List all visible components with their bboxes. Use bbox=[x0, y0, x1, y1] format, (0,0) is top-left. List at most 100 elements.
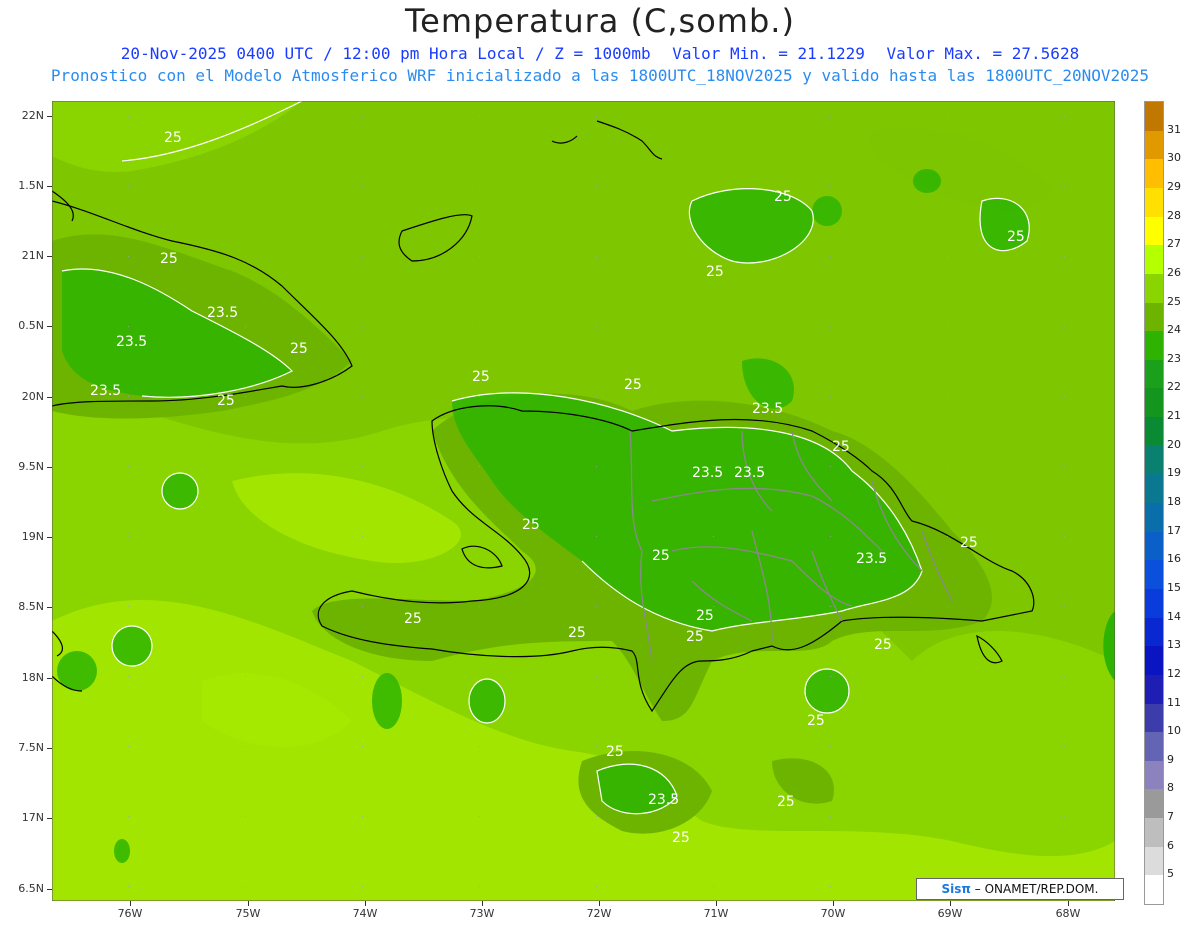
lon-label: 69W bbox=[937, 907, 963, 920]
color-swatch bbox=[1145, 388, 1163, 418]
contour-label: 25 bbox=[960, 535, 978, 551]
color-swatch bbox=[1145, 674, 1163, 704]
color-legend-label: 29 bbox=[1167, 179, 1181, 193]
color-legend-label: 27 bbox=[1167, 237, 1181, 251]
color-legend-label: 17 bbox=[1167, 523, 1181, 537]
contour-label: 25 bbox=[696, 608, 714, 624]
datetime-text: 20-Nov-2025 0400 UTC / 12:00 pm Hora Loc… bbox=[120, 44, 651, 63]
color-legend-label: 31 bbox=[1167, 122, 1181, 136]
contour-label: 23.5 bbox=[856, 551, 887, 567]
lat-label: 21N bbox=[21, 249, 44, 262]
contour-label: 23.5 bbox=[648, 792, 679, 808]
color-legend-label: 21 bbox=[1167, 409, 1181, 423]
lat-label: 0.5N bbox=[18, 319, 44, 332]
color-legend-label: 10 bbox=[1167, 724, 1181, 738]
lon-label: 72W bbox=[586, 907, 612, 920]
max-value: Valor Max. = 27.5628 bbox=[886, 44, 1080, 63]
lat-label: 1.5N bbox=[18, 179, 44, 192]
color-legend-label: 5 bbox=[1167, 867, 1174, 881]
color-swatch bbox=[1145, 130, 1163, 160]
subtitle-model: Pronostico con el Modelo Atmosferico WRF… bbox=[50, 66, 1150, 85]
color-legend-label: 6 bbox=[1167, 838, 1174, 852]
credit-text: – ONAMET/REP.DOM. bbox=[974, 882, 1099, 896]
color-legend-label: 22 bbox=[1167, 380, 1181, 394]
contour-label: 23.5 bbox=[692, 465, 723, 481]
lon-label: 75W bbox=[235, 907, 261, 920]
color-legend-label: 28 bbox=[1167, 208, 1181, 222]
contour-label: 25 bbox=[672, 830, 690, 846]
color-legend-label: 30 bbox=[1167, 151, 1181, 165]
color-legend-label: 16 bbox=[1167, 552, 1181, 566]
color-swatch bbox=[1145, 617, 1163, 647]
contour-label: 25 bbox=[472, 369, 490, 385]
color-swatch bbox=[1145, 331, 1163, 361]
credit-box: Sisπ – ONAMET/REP.DOM. bbox=[916, 878, 1124, 900]
contour-label: 23.5 bbox=[90, 383, 121, 399]
lon-label: 68W bbox=[1055, 907, 1081, 920]
contour-label: 25 bbox=[706, 264, 724, 280]
lat-label: 6.5N bbox=[18, 882, 44, 895]
lat-label: 20N bbox=[21, 390, 44, 403]
color-swatch bbox=[1145, 760, 1163, 790]
contour-label: 25 bbox=[874, 637, 892, 653]
contour-label: 25 bbox=[774, 189, 792, 205]
color-swatch bbox=[1145, 560, 1163, 590]
color-legend-label: 20 bbox=[1167, 437, 1181, 451]
color-legend-label: 18 bbox=[1167, 495, 1181, 508]
contour-label: 25 bbox=[568, 625, 586, 641]
lon-label: 73W bbox=[469, 907, 495, 920]
color-legend-label: 9 bbox=[1167, 752, 1174, 766]
color-legend-label: 12 bbox=[1167, 666, 1181, 680]
color-swatch bbox=[1145, 875, 1163, 905]
color-swatch bbox=[1145, 445, 1163, 475]
chart-title: Temperatura (C,somb.) bbox=[405, 2, 795, 40]
color-legend-label: 7 bbox=[1167, 810, 1174, 824]
color-swatch bbox=[1145, 273, 1163, 303]
color-swatch bbox=[1145, 503, 1163, 532]
color-swatch bbox=[1145, 846, 1163, 876]
color-swatch bbox=[1145, 588, 1163, 618]
color-legend-label: 15 bbox=[1167, 580, 1181, 594]
color-legend-label: 19 bbox=[1167, 466, 1181, 480]
lon-label: 76W bbox=[117, 907, 143, 920]
contour-label: 25 bbox=[624, 377, 642, 393]
color-swatch bbox=[1145, 159, 1163, 189]
contour-label: 25 bbox=[404, 611, 422, 627]
color-swatch bbox=[1145, 187, 1163, 217]
contour-label: 23.5 bbox=[752, 401, 783, 417]
color-swatch bbox=[1145, 302, 1163, 332]
contour-label: 25 bbox=[160, 251, 178, 267]
color-swatch bbox=[1145, 359, 1163, 389]
color-swatch bbox=[1145, 646, 1163, 676]
color-swatch bbox=[1145, 216, 1163, 246]
contour-label: 25 bbox=[832, 439, 850, 455]
contour-label: 25 bbox=[164, 130, 182, 146]
lon-label: 70W bbox=[820, 907, 846, 920]
contour-label: 23.5 bbox=[207, 305, 238, 321]
color-legend-label: 23 bbox=[1167, 351, 1181, 365]
lat-label: 9.5N bbox=[18, 460, 44, 473]
min-value: Valor Min. = 21.1229 bbox=[672, 44, 865, 63]
lat-label: 7.5N bbox=[18, 741, 44, 754]
sispi-logo-text: Sisπ bbox=[941, 882, 971, 896]
color-legend-label: 11 bbox=[1167, 695, 1181, 709]
color-legend-label: 13 bbox=[1167, 638, 1181, 652]
color-swatch bbox=[1145, 417, 1163, 447]
contour-label: 25 bbox=[217, 393, 235, 409]
subtitle-datetime: 20-Nov-2025 0400 UTC / 12:00 pm Hora Loc… bbox=[0, 44, 1200, 63]
contour-label: 25 bbox=[606, 744, 624, 760]
contour-label: 23.5 bbox=[734, 465, 765, 481]
contour-label: 25 bbox=[777, 794, 795, 810]
color-legend-label: 25 bbox=[1167, 294, 1181, 308]
lat-label: 18N bbox=[21, 671, 44, 684]
color-swatch bbox=[1145, 474, 1163, 504]
color-legend-label: 14 bbox=[1167, 609, 1181, 623]
lat-label: 8.5N bbox=[18, 600, 44, 613]
color-swatch bbox=[1145, 789, 1163, 819]
color-legend-label: 8 bbox=[1167, 781, 1174, 795]
lat-label: 22N bbox=[21, 109, 44, 122]
contour-label: 25 bbox=[807, 713, 825, 729]
color-legend-label: 24 bbox=[1167, 323, 1181, 337]
contour-label: 25 bbox=[522, 517, 540, 533]
color-legend bbox=[1144, 101, 1164, 905]
